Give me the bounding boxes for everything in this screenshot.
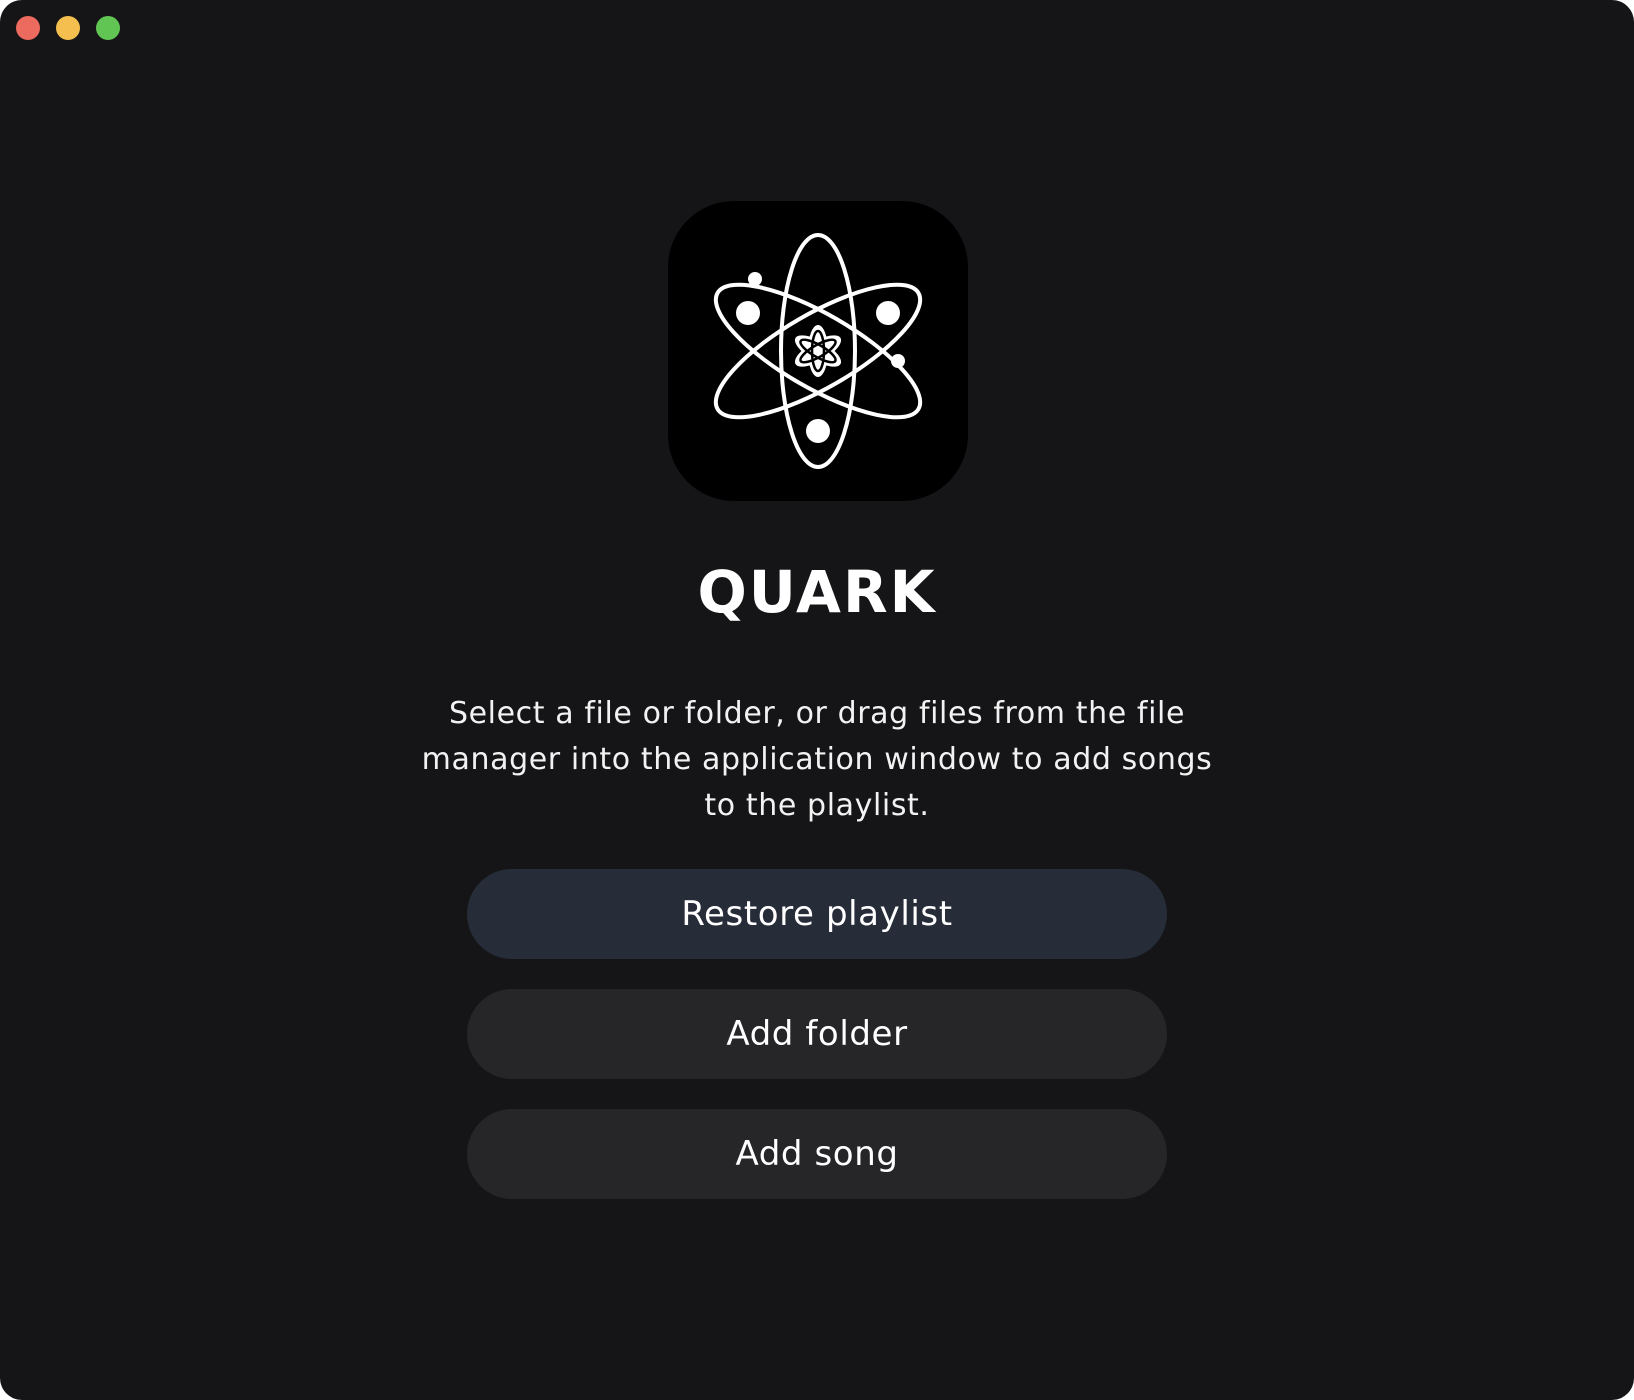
atom-icon [713,233,923,469]
app-window: QUARK Select a file or folder, or drag f… [0,0,1634,1400]
add-folder-button[interactable]: Add folder [467,989,1167,1079]
app-logo [668,201,968,501]
add-song-button[interactable]: Add song [467,1109,1167,1199]
app-title: QUARK [697,558,937,626]
restore-playlist-button[interactable]: Restore playlist [467,869,1167,959]
instructions-text: Select a file or folder, or drag files f… [421,696,1213,823]
welcome-screen: QUARK Select a file or folder, or drag f… [0,0,1634,1400]
